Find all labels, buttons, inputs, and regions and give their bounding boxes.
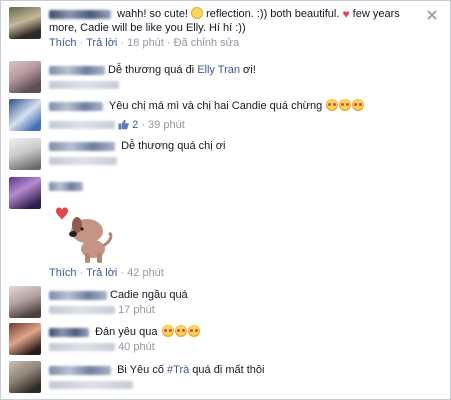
smile-emoticon [191,7,204,19]
comment-meta [49,378,434,392]
timestamp[interactable]: 42 phút [127,267,164,279]
commenter-name[interactable] [49,290,107,300]
comment-meta: 2 · 39 phút [49,118,434,132]
heart-eyes-emoticon [187,325,200,337]
commenter-name[interactable] [49,327,89,337]
comment-text: Đán yêu qua [49,325,434,339]
comment-meta [49,78,434,92]
comment-text [49,179,434,193]
heart-eyes-emoticon [326,99,339,111]
commenter-name[interactable] [49,9,111,19]
blurred-meta [49,157,117,166]
comment-text: Dễ thương quá chị ơi [49,139,434,153]
comment-meta: 40 phút [49,340,434,354]
avatar[interactable] [9,7,41,39]
timestamp[interactable]: 18 phút [127,37,164,49]
comment-thread: wahh! so cute! reflection. :)) both beau… [0,0,451,400]
blurred-meta [49,121,115,130]
like-action[interactable]: Thích [49,267,77,279]
timestamp[interactable]: 39 phút [148,119,185,131]
avatar[interactable] [9,177,41,209]
comment-text: Dễ thương quá đi Elly Tran ơi! [49,63,434,77]
comment-text: Yêu chị má mì và chị hai Candie quá chừn… [49,99,434,113]
comment-text: Bi Yêu cố #Trà quá đi mất thôi [49,363,434,377]
reply-action[interactable]: Trả lời [86,37,117,49]
heart-eyes-emoticon [161,325,174,337]
heart-emoticon: ♥ [342,7,350,21]
like-action[interactable]: Thích [49,37,77,49]
commenter-name[interactable] [49,101,103,111]
timestamp[interactable]: 40 phút [118,341,155,353]
avatar[interactable] [9,61,41,93]
commenter-name[interactable] [49,65,105,75]
avatar[interactable] [9,361,41,393]
heart-eyes-emoticon [174,325,187,337]
avatar[interactable] [9,99,41,131]
reply-action[interactable]: Trả lời [86,267,117,279]
comment-meta [49,154,434,168]
mention-link[interactable]: Elly Tran [197,64,240,76]
blurred-meta [49,343,115,352]
avatar[interactable] [9,286,41,318]
comment-meta: 17 phút [49,303,434,317]
blurred-meta [49,381,133,390]
puppy-heart-sticker[interactable] [49,201,121,265]
avatar[interactable] [9,138,41,170]
timestamp[interactable]: 17 phút [118,304,155,316]
heart-eyes-emoticon [352,99,365,111]
comment-meta: Thích · Trả lời · 42 phút [49,267,164,279]
commenter-name[interactable] [49,181,83,191]
like-count[interactable]: 2 [132,119,138,131]
edited-label[interactable]: Đã chỉnh sửa [174,37,239,49]
comment-text: wahh! so cute! reflection. :)) both beau… [49,7,400,34]
close-icon[interactable] [426,9,438,21]
commenter-name[interactable] [49,141,115,151]
hashtag-link[interactable]: #Trà [167,364,189,376]
like-thumb-icon[interactable] [118,119,129,130]
comment-text: Cadie ngầu quá [49,288,434,302]
heart-eyes-emoticon [339,99,352,111]
blurred-meta [49,81,119,90]
comment-meta: Thích · Trả lời · 18 phút · Đã chỉnh sửa [49,37,240,49]
blurred-meta [49,306,115,315]
avatar[interactable] [9,323,41,355]
commenter-name[interactable] [49,365,111,375]
